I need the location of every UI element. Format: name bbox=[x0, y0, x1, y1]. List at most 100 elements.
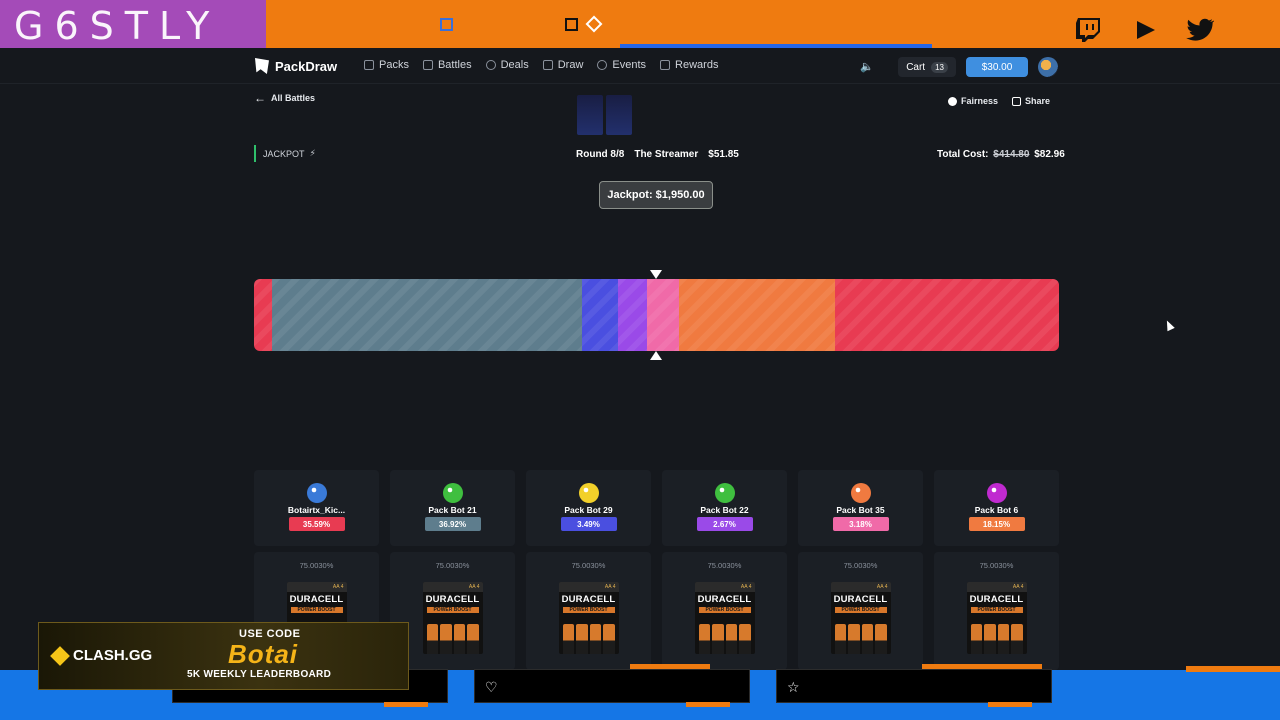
battery-cells bbox=[698, 624, 751, 654]
jackpot-segment bbox=[254, 279, 272, 351]
player-avatar bbox=[578, 483, 599, 503]
star-icon: ☆ bbox=[787, 679, 800, 695]
item-subtitle: POWER BOOST bbox=[290, 607, 343, 613]
item-card[interactable]: 75.0030% AA 4 DURACELL POWER BOOST bbox=[934, 552, 1059, 670]
jackpot-segment bbox=[271, 279, 583, 351]
player-card[interactable]: Pack Bot 35 3.18% bbox=[798, 470, 923, 546]
battery-pack-image: AA 4 DURACELL POWER BOOST bbox=[966, 582, 1027, 654]
battery-pack-image: AA 4 DURACELL POWER BOOST bbox=[694, 582, 755, 654]
player-card[interactable]: Botairtx_Kic... 35.59% bbox=[254, 470, 379, 546]
brand-logo[interactable]: PackDraw bbox=[255, 58, 337, 74]
item-subtitle: POWER BOOST bbox=[562, 607, 615, 613]
diamond-icon: ♡ bbox=[485, 679, 498, 695]
overlay-accent bbox=[686, 702, 730, 707]
overlay-accent bbox=[988, 702, 1032, 707]
jackpot-amount: Jackpot: $1,950.00 bbox=[599, 181, 713, 209]
item-subtitle: POWER BOOST bbox=[834, 607, 887, 613]
nav-deals[interactable]: Deals bbox=[485, 59, 529, 71]
nav-packs[interactable]: Packs bbox=[364, 59, 409, 71]
item-odds: 75.0030% bbox=[707, 561, 742, 570]
item-odds: 75.0030% bbox=[571, 561, 606, 570]
rewards-icon bbox=[660, 60, 671, 70]
fairness-button[interactable]: Fairness bbox=[948, 96, 998, 106]
player-avatar bbox=[850, 483, 871, 503]
overlay-box: ♡ bbox=[474, 669, 750, 703]
player-avatar bbox=[714, 483, 735, 503]
battery-pack-image: AA 4 DURACELL POWER BOOST bbox=[558, 582, 619, 654]
promo-tagline: 5K WEEKLY LEADERBOARD bbox=[187, 669, 332, 680]
player-card[interactable]: Pack Bot 22 2.67% bbox=[662, 470, 787, 546]
twitter-icon bbox=[1186, 18, 1214, 41]
current-pack-name: The Streamer bbox=[634, 149, 699, 160]
player-card[interactable]: Pack Bot 29 3.49% bbox=[526, 470, 651, 546]
total-original-price: $414.80 bbox=[993, 149, 1030, 160]
battle-mode-label: JACKPOT ⚡︎ bbox=[254, 145, 316, 162]
pointer-up-icon bbox=[650, 351, 662, 360]
player-win-chance: 3.18% bbox=[832, 517, 889, 531]
player-name: Pack Bot 22 bbox=[700, 505, 749, 515]
player-name: Pack Bot 29 bbox=[564, 505, 613, 515]
round-counter: Round 8/8 bbox=[576, 149, 625, 160]
overlay-box: ☆ bbox=[776, 669, 1052, 703]
item-subtitle: POWER BOOST bbox=[698, 607, 751, 613]
jackpot-segment bbox=[617, 279, 647, 351]
player-name: Pack Bot 35 bbox=[836, 505, 885, 515]
item-tag: AA 4 bbox=[966, 582, 1027, 592]
link-icon bbox=[1012, 96, 1022, 106]
item-odds: 75.0030% bbox=[979, 561, 1014, 570]
brand-name: PackDraw bbox=[275, 58, 338, 74]
player-name: Pack Bot 21 bbox=[428, 505, 477, 515]
cart-button[interactable]: Cart 13 bbox=[898, 57, 956, 77]
overlay-diamond bbox=[585, 15, 603, 33]
item-card[interactable]: 75.0030% AA 4 DURACELL POWER BOOST bbox=[798, 552, 923, 670]
nav-battles[interactable]: Battles bbox=[422, 59, 472, 71]
item-brand: DURACELL bbox=[289, 594, 344, 605]
round-info: Round 8/8 The Streamer $51.85 bbox=[576, 149, 739, 160]
jackpot-segment bbox=[646, 279, 680, 351]
clash-diamond-icon bbox=[50, 645, 70, 666]
item-odds: 75.0030% bbox=[299, 561, 334, 570]
balance-button[interactable]: $30.00 bbox=[966, 57, 1028, 77]
nav-events[interactable]: Events bbox=[597, 59, 646, 71]
back-to-battles-link[interactable]: ← All Battles bbox=[254, 92, 315, 104]
promo-banner[interactable]: CLASH.GG USE CODE Botai 5K WEEKLY LEADER… bbox=[38, 622, 409, 690]
item-card[interactable]: 75.0030% AA 4 DURACELL POWER BOOST bbox=[662, 552, 787, 670]
item-tag: AA 4 bbox=[422, 582, 483, 592]
packs-icon bbox=[364, 60, 374, 70]
player-win-chance: 36.92% bbox=[424, 517, 481, 531]
player-name: Pack Bot 6 bbox=[974, 505, 1019, 515]
battery-cells bbox=[834, 624, 887, 654]
packdraw-logo-icon bbox=[255, 58, 269, 74]
battery-pack-image: AA 4 DURACELL POWER BOOST bbox=[830, 582, 891, 654]
player-card[interactable]: Pack Bot 21 36.92% bbox=[390, 470, 515, 546]
player-win-chance: 2.67% bbox=[696, 517, 753, 531]
pointer-down-icon bbox=[650, 270, 662, 279]
item-tag: AA 4 bbox=[286, 582, 347, 592]
item-brand: DURACELL bbox=[969, 594, 1024, 605]
events-icon bbox=[597, 60, 608, 70]
user-avatar[interactable] bbox=[1038, 57, 1058, 77]
player-card[interactable]: Pack Bot 6 18.15% bbox=[934, 470, 1059, 546]
sound-icon[interactable]: 🔈 bbox=[860, 60, 874, 74]
battery-cells bbox=[970, 624, 1023, 654]
player-name: Botairtx_Kic... bbox=[287, 505, 346, 515]
current-pack-price: $51.85 bbox=[708, 149, 739, 160]
nav-rewards[interactable]: Rewards bbox=[660, 59, 718, 71]
player-avatar bbox=[306, 483, 327, 503]
battles-icon bbox=[422, 60, 433, 70]
pack-thumbnail bbox=[577, 95, 603, 135]
nav-actions: 🔈 Cart 13 $30.00 bbox=[860, 57, 1058, 77]
total-cost: Total Cost: $414.80 $82.96 bbox=[937, 149, 1065, 160]
item-brand: DURACELL bbox=[425, 594, 480, 605]
streamer-logo: G6STLY bbox=[0, 0, 266, 53]
battle-actions: Fairness Share bbox=[948, 96, 1050, 106]
player-win-chance: 35.59% bbox=[288, 517, 345, 531]
player-win-chance: 3.49% bbox=[560, 517, 617, 531]
nav-draw[interactable]: Draw bbox=[542, 59, 583, 71]
player-win-chance: 18.15% bbox=[968, 517, 1025, 531]
promo-code: Botai bbox=[228, 639, 298, 669]
overlay-accent bbox=[384, 702, 428, 707]
item-brand: DURACELL bbox=[697, 594, 752, 605]
share-button[interactable]: Share bbox=[1012, 96, 1050, 106]
item-card[interactable]: 75.0030% AA 4 DURACELL POWER BOOST bbox=[526, 552, 651, 670]
